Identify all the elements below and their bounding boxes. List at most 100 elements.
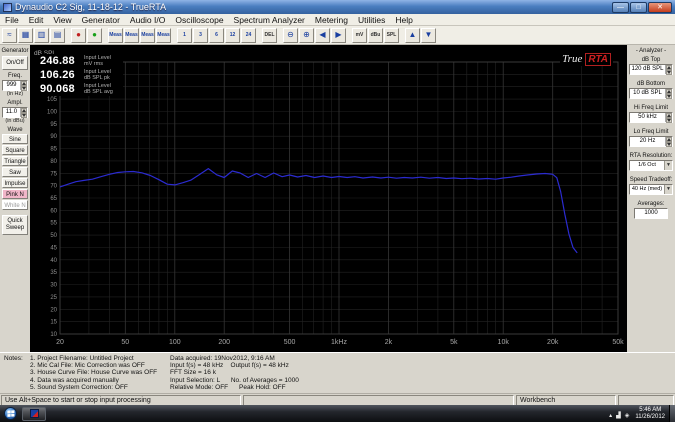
db-bottom-spinner[interactable]: 10 dB SPL xyxy=(629,88,673,99)
note-row: 4. Data was acquired manuallyInput Selec… xyxy=(30,377,671,384)
window-controls: — □ ✕ xyxy=(612,2,672,13)
notes-rows: 1. Project Filename: Untitled ProjectDat… xyxy=(30,355,671,391)
oscilloscope-view-button[interactable]: ▦ xyxy=(18,28,33,43)
spin-down-button[interactable] xyxy=(666,94,672,99)
freq-unit-label: (in Hz) xyxy=(0,91,30,97)
quick-sweep-button[interactable]: Quick Sweep xyxy=(2,215,28,235)
delete-button-icon: DEL xyxy=(265,32,275,38)
meas-3-button[interactable]: Meas xyxy=(140,28,155,43)
start-button[interactable] xyxy=(2,406,19,421)
resolution-12-button-icon: 12 xyxy=(230,32,236,38)
svg-text:40: 40 xyxy=(50,258,57,264)
wave-sine-button[interactable]: Sine xyxy=(2,134,28,144)
wave-saw-button[interactable]: Saw xyxy=(2,167,28,177)
ampl-unit-label: (in dBu) xyxy=(0,118,30,124)
menu-item-audio-i-o[interactable]: Audio I/O xyxy=(125,14,170,25)
scale-down-button[interactable]: ▼ xyxy=(421,28,436,43)
generator-wave-button[interactable]: ≈ xyxy=(2,28,17,43)
scale-up-button-icon: ▲ xyxy=(409,31,417,39)
wave-white-n-button[interactable]: White N xyxy=(2,200,28,210)
units-spl-button[interactable]: SPL xyxy=(384,28,399,43)
maximize-button[interactable]: □ xyxy=(630,2,647,13)
menu-item-edit[interactable]: Edit xyxy=(24,14,49,25)
close-button[interactable]: ✕ xyxy=(648,2,672,13)
generator-wave-button-icon: ≈ xyxy=(7,31,11,39)
svg-text:100: 100 xyxy=(169,339,181,346)
spectrum-view-button[interactable]: ▤ xyxy=(50,28,65,43)
rta-resolution-select[interactable]: 1/6 Oct ▼ xyxy=(629,160,673,171)
show-desktop-button[interactable] xyxy=(669,405,675,422)
menu-item-file[interactable]: File xyxy=(0,14,24,25)
dropdown-arrow-icon[interactable]: ▼ xyxy=(664,185,672,194)
title-bar[interactable]: Dynaudio C2 Sig, 11-18-12 - TrueRTA — □ … xyxy=(0,0,675,14)
lo-freq-limit-spinner[interactable]: 20 Hz xyxy=(629,136,673,147)
meas-2-button-icon: Meas xyxy=(125,32,138,38)
menu-item-oscilloscope[interactable]: Oscilloscope xyxy=(170,14,228,25)
ampl-spinner[interactable]: 11.0 xyxy=(2,107,28,118)
db-top-spin-arrows xyxy=(665,65,672,74)
readout-label: Input LevelmV rms xyxy=(84,55,111,67)
menu-item-help[interactable]: Help xyxy=(390,14,417,25)
resolution-3-button[interactable]: 3 xyxy=(193,28,208,43)
stop-button[interactable]: ● xyxy=(71,28,86,43)
svg-text:55: 55 xyxy=(50,221,57,227)
spin-down-button[interactable] xyxy=(666,142,672,147)
svg-text:105: 105 xyxy=(47,97,58,103)
svg-text:15: 15 xyxy=(50,320,57,326)
menu-item-generator[interactable]: Generator xyxy=(77,14,125,25)
resolution-24-button[interactable]: 24 xyxy=(241,28,256,43)
zoom-out-button[interactable]: ⊖ xyxy=(283,28,298,43)
units-dbu-button[interactable]: dBu xyxy=(368,28,383,43)
network-icon[interactable]: ▟ xyxy=(616,413,621,419)
zoom-in-button[interactable]: ⊕ xyxy=(299,28,314,43)
menu-item-metering[interactable]: Metering xyxy=(310,14,353,25)
resolution-1-button-icon: 1 xyxy=(183,32,186,38)
volume-icon[interactable]: ◈ xyxy=(625,413,630,419)
freq-spin-arrows xyxy=(20,81,27,90)
notes-label: Notes: xyxy=(4,355,30,391)
wave-triangle-button[interactable]: Triangle xyxy=(2,156,28,166)
freq-spinner[interactable]: 999 xyxy=(2,80,28,91)
wave-impulse-button[interactable]: Impulse xyxy=(2,178,28,188)
generator-on-off-button[interactable]: On/Off xyxy=(2,56,28,70)
units-mv-button[interactable]: mV xyxy=(352,28,367,43)
taskbar-clock[interactable]: 5:46 AM 11/26/2012 xyxy=(631,407,669,420)
hi-freq-limit-spinner[interactable]: 50 kHz xyxy=(629,112,673,123)
rta-view-button-icon: ▥ xyxy=(38,31,46,39)
main-content: Generator On/Off Freq. 999 (in Hz) Ampl.… xyxy=(0,45,675,352)
svg-text:70: 70 xyxy=(50,184,57,190)
spin-down-button[interactable] xyxy=(666,70,672,75)
meas-2-button[interactable]: Meas xyxy=(124,28,139,43)
meas-1-button[interactable]: Meas xyxy=(108,28,123,43)
spin-down-button[interactable] xyxy=(666,118,672,123)
menu-item-view[interactable]: View xyxy=(48,14,76,25)
resolution-6-button[interactable]: 6 xyxy=(209,28,224,43)
svg-text:50: 50 xyxy=(121,339,129,346)
taskbar-app-truerta-button[interactable] xyxy=(22,407,46,421)
resolution-1-button[interactable]: 1 xyxy=(177,28,192,43)
hi-freq-spin-arrows xyxy=(665,113,672,122)
pan-left-button[interactable]: ◀ xyxy=(315,28,330,43)
speed-tradeoff-select[interactable]: 40 Hz (med) ▼ xyxy=(629,184,673,195)
wave-square-button[interactable]: Square xyxy=(2,145,28,155)
pan-right-button[interactable]: ▶ xyxy=(331,28,346,43)
scale-up-button[interactable]: ▲ xyxy=(405,28,420,43)
svg-text:45: 45 xyxy=(50,246,57,252)
ampl-label: Ampl. xyxy=(0,100,30,106)
readout-label: Input LeveldB SPL pk xyxy=(84,69,111,81)
meas-4-button[interactable]: Meas xyxy=(156,28,171,43)
wave-pink-n-button[interactable]: Pink N xyxy=(2,189,28,199)
rta-view-button[interactable]: ▥ xyxy=(34,28,49,43)
resolution-12-button[interactable]: 12 xyxy=(225,28,240,43)
minimize-button[interactable]: — xyxy=(612,2,629,13)
logo-word-true: True xyxy=(562,53,582,65)
menu-item-spectrum-analyzer[interactable]: Spectrum Analyzer xyxy=(229,14,310,25)
svg-text:10: 10 xyxy=(50,332,57,338)
svg-text:200: 200 xyxy=(218,339,230,346)
dropdown-arrow-icon[interactable]: ▼ xyxy=(664,161,672,170)
delete-button[interactable]: DEL xyxy=(262,28,277,43)
hidden-icons-arrow[interactable]: ▴ xyxy=(609,413,612,419)
db-top-spinner[interactable]: 120 dB SPL xyxy=(629,64,673,75)
menu-item-utilities[interactable]: Utilities xyxy=(353,14,390,25)
run-button[interactable]: ● xyxy=(87,28,102,43)
